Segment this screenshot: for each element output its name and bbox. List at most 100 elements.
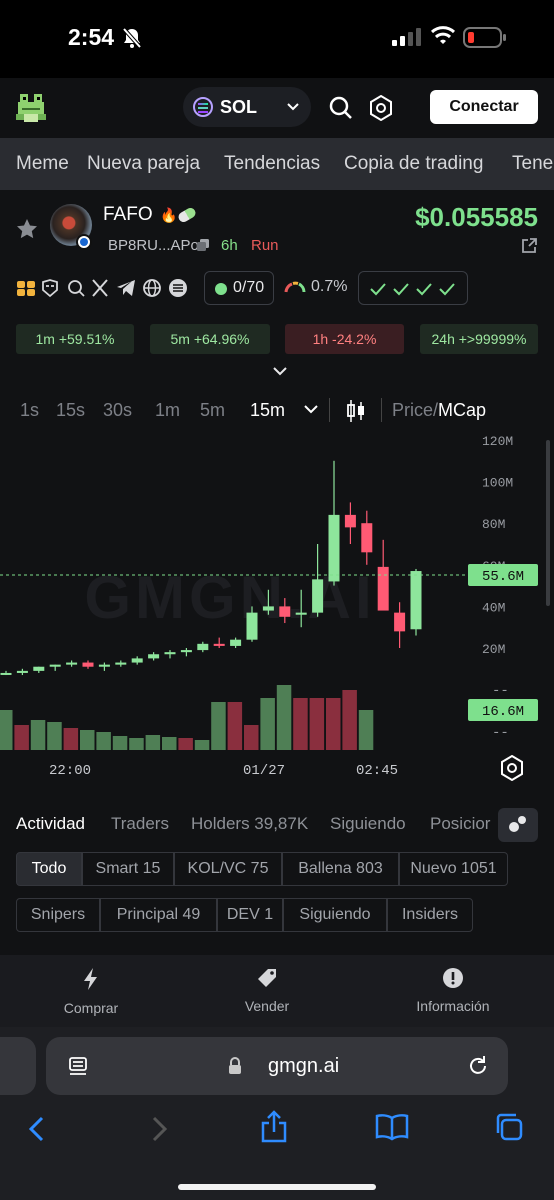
tab-positions[interactable]: Posicior <box>430 814 490 834</box>
info-button[interactable]: Información <box>393 967 513 1014</box>
dev-mask-icon[interactable] <box>40 278 60 298</box>
forward-icon[interactable] <box>150 1115 168 1143</box>
buy-button[interactable]: Comprar <box>31 967 151 1016</box>
candle-body <box>16 670 28 673</box>
url-text: gmgn.ai <box>268 1055 340 1077</box>
timeframe-1m[interactable]: 1m <box>155 400 180 421</box>
check-icon <box>370 283 386 296</box>
gmgn-frog-logo[interactable] <box>14 92 48 124</box>
settings-gear-icon[interactable] <box>369 95 393 121</box>
tab-holders[interactable]: Holders 39,87K <box>191 814 308 834</box>
tabs-icon[interactable] <box>494 1112 524 1142</box>
nav-tab-holdings[interactable]: Tene <box>512 153 553 175</box>
volume-bar <box>145 735 161 750</box>
search-web-icon[interactable] <box>66 278 86 298</box>
nav-tab-meme[interactable]: Meme <box>16 153 69 175</box>
tab-following[interactable]: Siguiendo <box>330 814 406 834</box>
tab-activity[interactable]: Actividad <box>16 814 85 834</box>
website-globe-icon[interactable] <box>142 278 162 298</box>
reload-icon[interactable] <box>466 1054 490 1078</box>
volume-bar <box>0 710 13 750</box>
sell-button[interactable]: Vender <box>207 967 327 1014</box>
holders-ratio-box[interactable]: 0/70 <box>204 271 274 305</box>
filter-whale[interactable]: Ballena 803 <box>282 852 399 886</box>
address-bar[interactable]: gmgn.ai <box>46 1037 508 1095</box>
filter-snipers[interactable]: Snipers <box>16 898 100 932</box>
search-icon[interactable] <box>328 95 354 121</box>
chain-selector[interactable]: SOL <box>183 87 311 127</box>
chart-settings-icon[interactable] <box>500 755 524 781</box>
chart-scrollbar[interactable] <box>546 440 550 606</box>
token-age: 6h <box>221 237 238 254</box>
candle-body <box>0 672 12 675</box>
holders-group-icon[interactable] <box>16 278 36 298</box>
candle-body <box>230 639 242 646</box>
security-checks-box[interactable] <box>358 271 468 305</box>
candle-body <box>361 523 373 553</box>
share-icon[interactable] <box>260 1110 288 1144</box>
candle-body <box>49 664 61 667</box>
candle-body <box>115 662 127 665</box>
back-icon[interactable] <box>28 1115 46 1143</box>
status-dot <box>215 283 227 295</box>
lock-icon <box>229 1057 241 1074</box>
change-24h[interactable]: 24h +>99999% <box>420 324 538 354</box>
tab-traders[interactable]: Traders <box>111 814 169 834</box>
nav-tab-trending[interactable]: Tendencias <box>224 153 320 175</box>
star-favorite-icon[interactable] <box>16 218 38 240</box>
home-indicator[interactable] <box>178 1184 376 1190</box>
filter-kol-vc[interactable]: KOL/VC 75 <box>174 852 282 886</box>
x-axis-tick: 01/27 <box>243 763 285 779</box>
reader-menu-icon[interactable] <box>68 1056 88 1078</box>
previous-tab-peek[interactable] <box>0 1037 36 1095</box>
bell-muted-icon <box>122 27 142 49</box>
external-link-icon[interactable] <box>521 238 537 254</box>
token-address[interactable]: BP8RU...APo <box>108 237 199 254</box>
timeframe-5m[interactable]: 5m <box>200 400 225 421</box>
menu-circle-icon[interactable] <box>168 278 188 298</box>
timeframe-15m-active[interactable]: 15m <box>250 400 285 421</box>
filter-following[interactable]: Siguiendo <box>283 898 387 932</box>
timeframe-30s[interactable]: 30s <box>103 400 132 421</box>
candlestick-type-icon[interactable] <box>346 399 366 423</box>
bubble-map-button[interactable] <box>498 808 538 842</box>
volume-bar <box>194 740 210 750</box>
filter-top[interactable]: Principal 49 <box>100 898 217 932</box>
volume-bar <box>14 725 29 750</box>
change-5m[interactable]: 5m +64.96% <box>150 324 270 354</box>
timeframe-15s[interactable]: 15s <box>56 400 85 421</box>
nav-tab-new-pair[interactable]: Nueva pareja <box>87 153 200 175</box>
holders-ratio: 0/70 <box>233 279 265 296</box>
timeframe-1s[interactable]: 1s <box>20 400 39 421</box>
volume-bar <box>342 690 357 750</box>
x-twitter-icon[interactable] <box>90 278 110 298</box>
risk-gauge-value: 0.7% <box>311 278 348 295</box>
token-metrics-row: 0/70 0.7% <box>0 268 554 308</box>
candle-body <box>148 654 160 659</box>
filter-dev[interactable]: DEV 1 <box>217 898 283 932</box>
volume-bar <box>30 720 46 750</box>
nav-tab-copy-trading[interactable]: Copia de trading <box>344 153 483 175</box>
copy-icon[interactable] <box>196 238 210 252</box>
timeframe-dropdown-icon[interactable] <box>304 404 318 414</box>
price-chart[interactable]: GMGN.AI 120M100M80M60M40M20M 55.6M -- --… <box>0 430 554 785</box>
filter-smart[interactable]: Smart 15 <box>82 852 174 886</box>
lightning-icon <box>84 968 97 990</box>
expand-chevron-icon[interactable] <box>273 366 287 376</box>
filter-new[interactable]: Nuevo 1051 <box>399 852 508 886</box>
connect-button[interactable]: Conectar <box>430 90 538 124</box>
candle-body <box>394 612 406 632</box>
price-mcap-toggle[interactable]: Price/MCap <box>392 400 486 421</box>
bookmarks-icon[interactable] <box>375 1113 409 1141</box>
volume-bar <box>227 702 243 750</box>
filter-insiders[interactable]: Insiders <box>387 898 473 932</box>
change-1m[interactable]: 1m +59.51% <box>16 324 134 354</box>
change-1h[interactable]: 1h -24.2% <box>285 324 404 354</box>
filter-all[interactable]: Todo <box>16 852 82 886</box>
candle-body <box>377 566 389 611</box>
telegram-icon[interactable] <box>116 278 136 298</box>
browser-toolbar: gmgn.ai <box>0 1027 554 1200</box>
volume-bar <box>309 698 325 750</box>
candle-body <box>197 643 209 651</box>
run-tag: Run <box>251 237 279 254</box>
